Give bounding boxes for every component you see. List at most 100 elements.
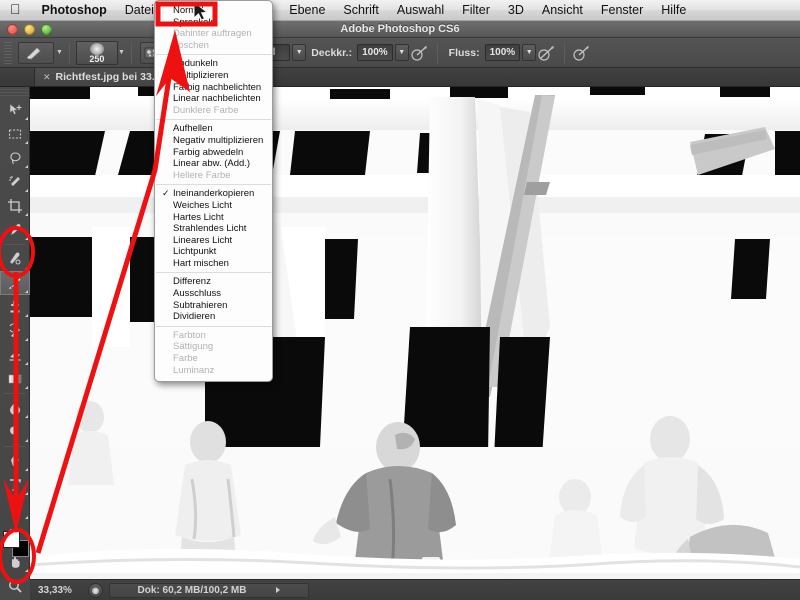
- pressure-opacity-icon[interactable]: [409, 42, 431, 64]
- menu-item-fenster[interactable]: Fenster: [592, 3, 652, 17]
- tool-more-triangle-icon: [25, 165, 28, 168]
- flow-value[interactable]: 100%: [484, 44, 521, 61]
- menu-option-negativ-multiplizieren[interactable]: Negativ multiplizieren: [155, 135, 272, 147]
- tool-more-triangle-icon: [25, 439, 28, 442]
- menu-option-loeschen: Löschen: [173, 39, 209, 51]
- options-bar-grip[interactable]: [4, 41, 12, 64]
- color-swatches[interactable]: [3, 531, 29, 557]
- menu-item-schrift[interactable]: Schrift: [334, 3, 387, 17]
- brush-size-indicator[interactable]: 250: [75, 40, 118, 65]
- zoom-tool[interactable]: [0, 574, 30, 598]
- apple-logo-icon[interactable]: : [0, 2, 33, 16]
- menu-option-farbig-nachbelichten[interactable]: Farbig nachbelichten: [155, 82, 272, 94]
- menu-divider: [156, 184, 271, 186]
- airbrush-icon[interactable]: [536, 42, 558, 64]
- opacity-label: Deckkr.:: [311, 46, 353, 59]
- menu-option-hart-mischen[interactable]: Hart mischen: [155, 258, 272, 270]
- eyedropper-tool[interactable]: [0, 218, 30, 242]
- foreground-color-swatch[interactable]: [3, 531, 20, 548]
- brush-preset-icon[interactable]: [18, 41, 54, 64]
- menu-option-farbig-abwedeln[interactable]: Farbig abwedeln: [155, 147, 272, 159]
- close-icon[interactable]: ✕: [43, 72, 51, 83]
- tool-more-triangle-icon: [25, 415, 28, 418]
- maximize-button[interactable]: [41, 24, 52, 35]
- menu-option-aufhellen[interactable]: Aufhellen: [155, 123, 272, 135]
- close-button[interactable]: [7, 24, 18, 35]
- flow-dropdown-arrow[interactable]: ▼: [522, 44, 537, 61]
- menu-option-label: Ineinanderkopieren: [173, 188, 255, 200]
- zoom-level[interactable]: 33,33%: [38, 585, 82, 596]
- lasso-tool[interactable]: [0, 146, 30, 170]
- history-brush-tool[interactable]: [0, 319, 30, 343]
- menu-option-abdunkeln[interactable]: Abdunkeln: [155, 58, 272, 70]
- mode-dropdown-arrow[interactable]: ▼: [292, 44, 307, 61]
- toolbox-divider: [4, 446, 25, 447]
- menu-option-subtrahieren[interactable]: Subtrahieren: [155, 300, 272, 312]
- rectangular-marquee-tool[interactable]: [0, 122, 30, 146]
- menu-option-strahlendes-licht[interactable]: Strahlendes Licht: [155, 223, 272, 235]
- tool-more-triangle-icon: [25, 492, 28, 495]
- menu-item-filter[interactable]: Filter: [453, 3, 499, 17]
- eraser-tool[interactable]: [0, 343, 30, 367]
- menu-option-linear-abwedeln[interactable]: Linear abw. (Add.): [155, 158, 272, 170]
- tool-more-triangle-icon: [25, 117, 28, 120]
- menu-option-linear-nachbelichten[interactable]: Linear nachbelichten: [155, 93, 272, 105]
- magic-wand-tool[interactable]: [0, 170, 30, 194]
- opacity-dropdown-arrow[interactable]: ▼: [394, 44, 409, 61]
- toolbox-grip[interactable]: [0, 89, 29, 98]
- pen-tool[interactable]: [0, 449, 30, 473]
- divider: [68, 41, 70, 64]
- type-tool[interactable]: [0, 473, 30, 497]
- menu-option-hellere-farbe: Hellere Farbe: [173, 169, 231, 181]
- menu-option-lichtpunkt[interactable]: Lichtpunkt: [155, 246, 272, 258]
- document-size-info[interactable]: Dok: 60,2 MB/100,2 MB: [109, 582, 309, 598]
- pressure-size-icon[interactable]: [571, 42, 593, 64]
- menu-option-hartes-licht[interactable]: Hartes Licht: [155, 212, 272, 224]
- tool-more-triangle-icon: [25, 213, 28, 216]
- photo-content: [30, 87, 800, 579]
- dodge-tool[interactable]: [0, 420, 30, 444]
- menu-option-differenz[interactable]: Differenz: [155, 276, 272, 288]
- window-controls[interactable]: [7, 24, 52, 35]
- menu-option-ausschluss[interactable]: Ausschluss: [155, 288, 272, 300]
- menu-option-normal[interactable]: Normal: [155, 5, 272, 17]
- gradient-tool[interactable]: [0, 367, 30, 391]
- menu-item-ansicht[interactable]: Ansicht: [533, 3, 592, 17]
- path-selection-tool[interactable]: [0, 497, 30, 521]
- menu-item-photoshop[interactable]: Photoshop: [33, 3, 116, 17]
- move-tool[interactable]: [0, 98, 30, 122]
- menu-item-auswahl[interactable]: Auswahl: [388, 3, 453, 17]
- tool-more-triangle-icon: [25, 362, 28, 365]
- menu-option-weiches-licht[interactable]: Weiches Licht: [155, 200, 272, 212]
- minimize-button[interactable]: [24, 24, 35, 35]
- crop-tool[interactable]: [0, 194, 30, 218]
- opacity-value[interactable]: 100%: [357, 44, 393, 61]
- triangle-right-icon[interactable]: [276, 587, 281, 593]
- tool-more-triangle-icon: [25, 468, 28, 471]
- menu-item-ebene[interactable]: Ebene: [280, 3, 334, 17]
- menu-option-farbton: Farbton: [173, 329, 206, 341]
- blend-mode-dropdown-menu[interactable]: Normal Sprenkeln Dahinter auftragen Lösc…: [154, 0, 273, 382]
- tool-more-triangle-icon: [25, 141, 28, 144]
- window-title-bar: Adobe Photoshop CS6: [0, 21, 800, 38]
- menu-item-hilfe[interactable]: Hilfe: [652, 3, 695, 17]
- menu-item-3d[interactable]: 3D: [499, 3, 533, 17]
- blur-tool[interactable]: [0, 396, 30, 420]
- menu-option-sprenkeln[interactable]: Sprenkeln: [155, 17, 272, 29]
- image-canvas[interactable]: [30, 87, 800, 579]
- go-icon[interactable]: ◉: [88, 582, 103, 598]
- menu-option-dividieren[interactable]: Dividieren: [155, 311, 272, 323]
- toolbox-divider: [4, 244, 25, 245]
- healing-brush-tool[interactable]: [0, 247, 30, 271]
- menu-option-lineares-licht[interactable]: Lineares Licht: [155, 235, 272, 247]
- divider: [130, 41, 132, 64]
- brush-size-value: 250: [89, 53, 105, 64]
- menu-option-ineinanderkopieren[interactable]: ✓ Ineinanderkopieren: [155, 188, 272, 200]
- brush-tool[interactable]: [0, 271, 30, 295]
- clone-stamp-tool[interactable]: [0, 295, 30, 319]
- menu-option-multiplizieren[interactable]: Multiplizieren: [155, 70, 272, 82]
- brush-preset-dropdown-arrow[interactable]: ▼: [56, 49, 63, 56]
- posterized-photo: [30, 87, 800, 579]
- brush-size-dropdown-arrow[interactable]: ▼: [118, 49, 125, 56]
- tool-more-triangle-icon: [25, 569, 28, 572]
